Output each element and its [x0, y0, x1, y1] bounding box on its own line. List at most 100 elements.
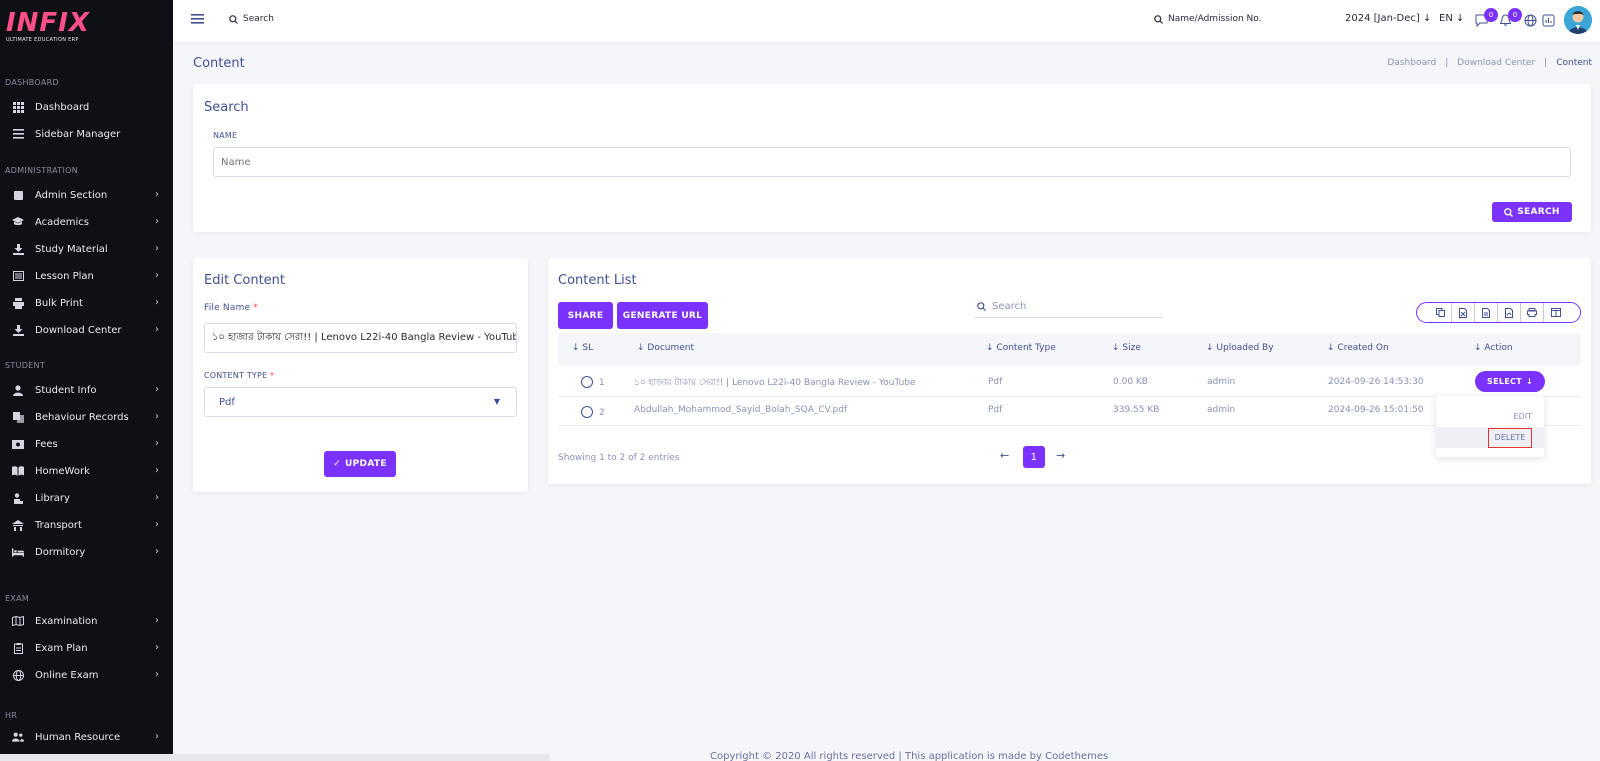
column-header-document[interactable]: ↓ Document	[637, 343, 694, 353]
page-button-1[interactable]: 1	[1023, 446, 1045, 468]
sidebar-item-label: Academics	[35, 216, 90, 228]
pdf-icon[interactable]	[1498, 303, 1521, 322]
chevron-right-icon: ›	[155, 384, 159, 395]
sidebar-item-academics[interactable]: Academics ›	[0, 211, 173, 233]
sidebar-item-label: Library	[35, 492, 70, 504]
sidebar-item-transport[interactable]: Transport ›	[0, 514, 173, 536]
breadcrumb-separator: |	[1445, 58, 1449, 68]
csv-icon[interactable]	[1475, 303, 1498, 322]
sidebar-item-label: Behaviour Records	[35, 411, 129, 423]
sidebar-item-dashboard[interactable]: Dashboard	[0, 96, 173, 118]
sidebar-item-student-info[interactable]: Student Info ›	[0, 379, 173, 401]
brand-logo[interactable]: INFIX ULTIMATE EDUCATION ERP	[6, 10, 166, 46]
sidebar-item-dormitory[interactable]: Dormitory ›	[0, 541, 173, 563]
admission-search[interactable]: Name/Admission No.	[1154, 14, 1261, 24]
globe-icon[interactable]	[1524, 14, 1537, 27]
copy-icon[interactable]	[1429, 303, 1452, 322]
section-student: STUDENT	[5, 361, 46, 370]
update-button[interactable]: ✓ UPDATE	[324, 451, 396, 477]
select-action-button[interactable]: SELECT ↓	[1475, 371, 1545, 392]
sidebar-item-admin-section[interactable]: Admin Section ›	[0, 184, 173, 206]
hamburger-menu-icon[interactable]	[191, 13, 205, 27]
sidebar-item-download-center[interactable]: Download Center ›	[0, 319, 173, 341]
sidebar-item-label: Study Material	[35, 243, 108, 255]
required-mark: *	[253, 303, 259, 313]
file-name-input[interactable]: ১০ হাজার টাকায় সেরা!! | Lenovo L22i-40 …	[204, 323, 517, 353]
sidebar-item-library[interactable]: Library ›	[0, 487, 173, 509]
sidebar-item-label: Bulk Print	[35, 297, 83, 309]
sidebar-item-label: HomeWork	[35, 465, 90, 477]
search-card-title: Search	[204, 100, 249, 115]
row-divider	[558, 396, 1581, 397]
chart-icon[interactable]	[1542, 14, 1555, 27]
dropdown-delete[interactable]: DELETE	[1488, 427, 1532, 448]
avatar[interactable]	[1564, 6, 1592, 34]
cell-content-type: Pdf	[988, 377, 1003, 387]
sidebar-item-homework[interactable]: HomeWork ›	[0, 460, 173, 482]
sidebar-item-human-resource[interactable]: Human Resource ›	[0, 726, 173, 748]
global-search-label: Search	[243, 14, 274, 24]
generate-url-button[interactable]: GENERATE URL	[617, 302, 708, 329]
columns-icon[interactable]	[1544, 303, 1567, 322]
copy-icon	[12, 411, 24, 423]
search-button[interactable]: SEARCH	[1492, 202, 1572, 222]
sidebar-item-online-exam[interactable]: Online Exam ›	[0, 664, 173, 686]
sidebar-item-exam-plan[interactable]: Exam Plan ›	[0, 637, 173, 659]
table-search[interactable]: Search	[975, 296, 1163, 318]
column-header-sl[interactable]: ↓ SL	[572, 343, 593, 353]
chevron-right-icon: ›	[155, 297, 159, 308]
chevron-right-icon: ›	[155, 669, 159, 680]
search-button-label: SEARCH	[1517, 207, 1560, 217]
arrow-right-icon[interactable]: →	[1056, 449, 1065, 462]
user-icon	[12, 384, 24, 396]
language-select[interactable]: EN ↓	[1439, 13, 1464, 24]
column-header-created-on[interactable]: ↓ Created On	[1327, 343, 1389, 353]
update-button-label: UPDATE	[345, 459, 387, 469]
column-header-uploaded-by[interactable]: ↓ Uploaded By	[1206, 343, 1274, 353]
column-header-action[interactable]: ↓ Action	[1474, 343, 1513, 353]
chevron-right-icon: ›	[155, 642, 159, 653]
row-select-radio[interactable]	[581, 406, 593, 418]
column-header-label: Document	[647, 343, 695, 353]
cell-uploaded-by: admin	[1207, 377, 1236, 387]
sidebar-item-study-material[interactable]: Study Material ›	[0, 238, 173, 260]
bed-icon	[12, 546, 24, 558]
excel-icon[interactable]	[1452, 303, 1475, 322]
sidebar-item-examination[interactable]: Examination ›	[0, 610, 173, 632]
breadcrumb: Dashboard | Download Center | Content	[1387, 58, 1592, 68]
sidebar-item-lesson-plan[interactable]: Lesson Plan ›	[0, 265, 173, 287]
cell-sl: 2	[599, 408, 605, 418]
dropdown-delete-row[interactable]: DELETE	[1436, 427, 1544, 448]
chevron-right-icon: ›	[155, 492, 159, 503]
breadcrumb-dashboard[interactable]: Dashboard	[1387, 58, 1436, 68]
file-name-label-text: File Name	[204, 303, 251, 313]
arrow-left-icon[interactable]: ←	[1000, 449, 1009, 462]
chevron-right-icon: ›	[155, 411, 159, 422]
column-header-label: Action	[1484, 343, 1513, 353]
share-button[interactable]: SHARE	[558, 302, 613, 329]
global-search[interactable]: Search	[229, 14, 274, 24]
breadcrumb-download-center[interactable]: Download Center	[1457, 58, 1535, 68]
dropdown-edit[interactable]: EDIT	[1436, 406, 1544, 427]
row-select-radio[interactable]	[581, 376, 593, 388]
sidebar-item-fees[interactable]: Fees ›	[0, 433, 173, 455]
download-icon	[12, 243, 24, 255]
sidebar-item-label: Dashboard	[35, 101, 90, 113]
admin-icon	[12, 189, 24, 201]
sidebar-item-sidebar-manager[interactable]: Sidebar Manager	[0, 123, 173, 145]
sidebar-item-label: Online Exam	[35, 669, 99, 681]
column-header-content-type[interactable]: ↓ Content Type	[986, 343, 1056, 353]
sidebar-item-behaviour-records[interactable]: Behaviour Records ›	[0, 406, 173, 428]
arrow-down-icon: ↓	[1423, 13, 1432, 24]
breadcrumb-separator: |	[1544, 58, 1548, 68]
column-header-label: Created On	[1337, 343, 1389, 353]
column-header-size[interactable]: ↓ Size	[1112, 343, 1141, 353]
content-type-select[interactable]: Pdf ▼	[204, 387, 517, 417]
check-icon: ✓	[333, 459, 342, 469]
academic-year-select[interactable]: 2024 [Jan-Dec] ↓	[1345, 13, 1431, 24]
arrow-down-icon: ↓	[1456, 13, 1465, 24]
name-search-input[interactable]	[213, 147, 1571, 177]
sidebar-item-bulk-print[interactable]: Bulk Print ›	[0, 292, 173, 314]
content-list-card: Content List SHARE GENERATE URL Search	[548, 258, 1591, 484]
print-icon[interactable]	[1521, 303, 1544, 322]
